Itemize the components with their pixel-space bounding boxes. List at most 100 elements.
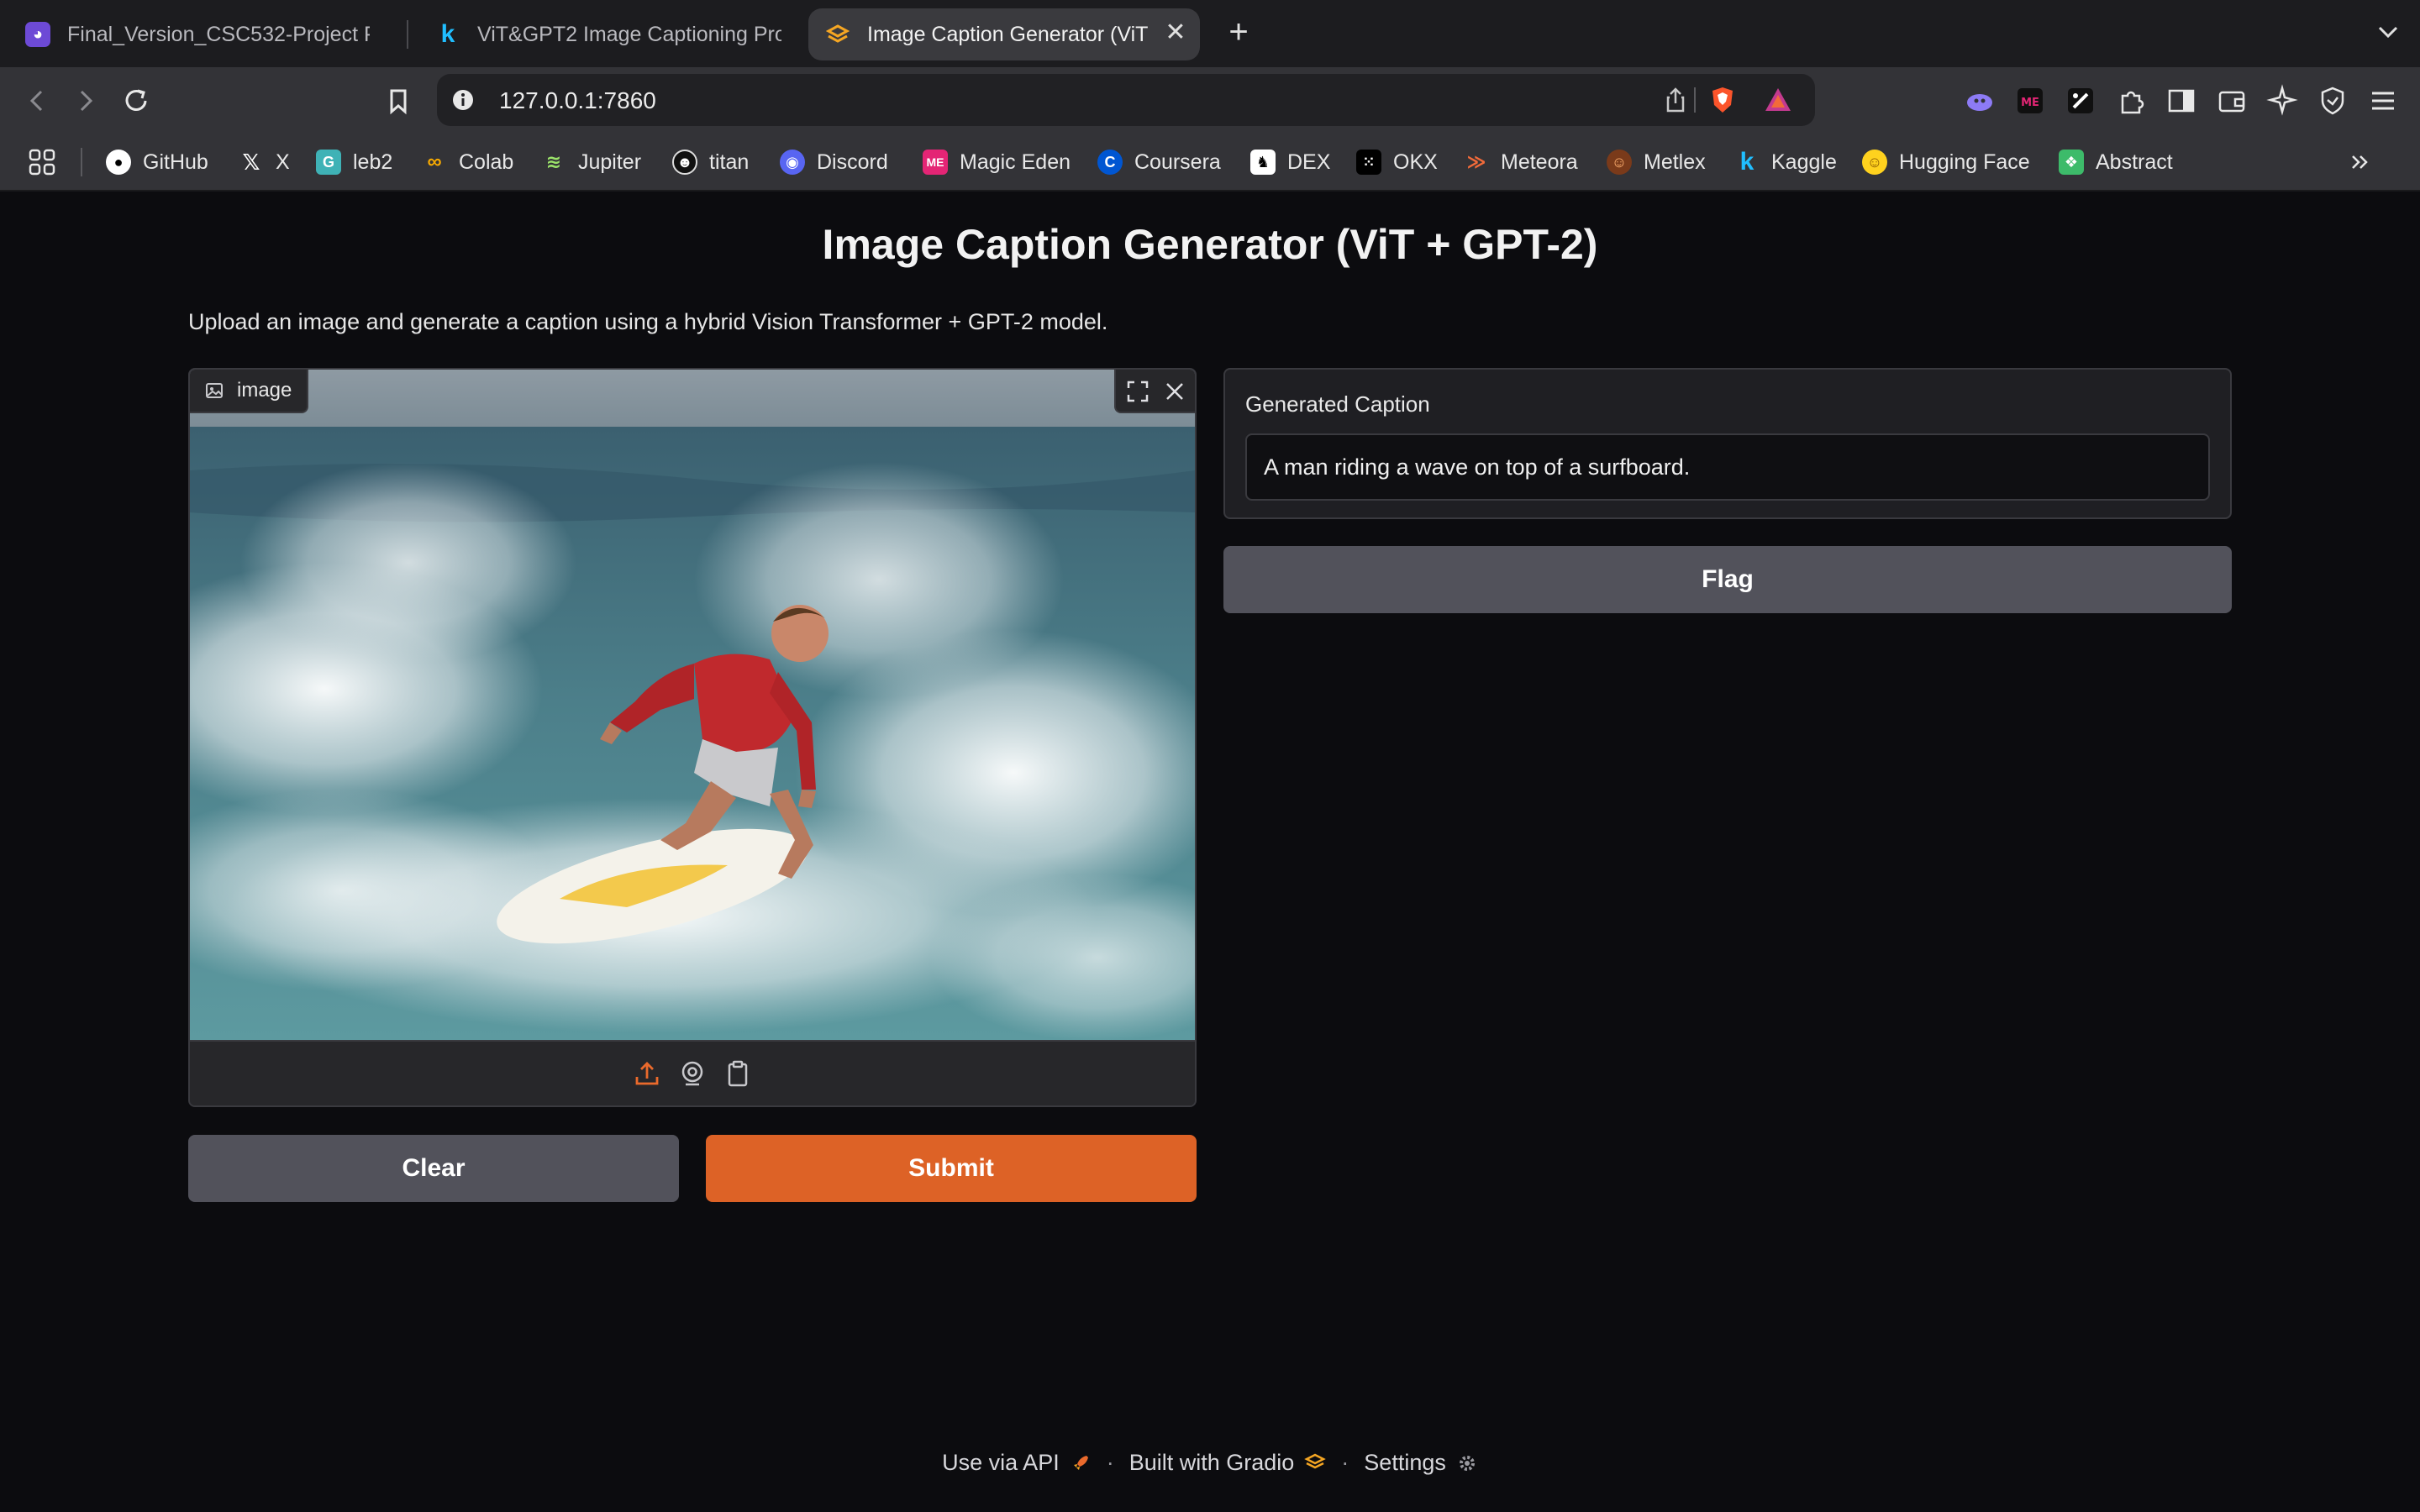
tab-project-notebook[interactable]: ◕ Final_Version_CSC532-Project P (8, 8, 387, 60)
bookmark-hugging-face[interactable]: ☺ Hugging Face (1862, 145, 2030, 179)
forward-icon[interactable] (69, 84, 103, 118)
bookmark-metlex[interactable]: ☺ Metlex (1607, 145, 1706, 179)
tab-image-caption-generator[interactable]: Image Caption Generator (ViT (808, 8, 1200, 60)
output-label: Generated Caption (1245, 391, 1430, 417)
new-tab-icon[interactable]: + (1220, 13, 1257, 50)
apps-grid-icon[interactable] (27, 147, 57, 177)
flag-button[interactable]: Flag (1223, 546, 2232, 613)
clear-button[interactable]: Clear (188, 1135, 679, 1202)
bookmark-coursera[interactable]: C Coursera (1097, 145, 1221, 179)
x-icon: 𝕏 (242, 149, 260, 175)
address-bar[interactable]: 127.0.0.1:7860 (437, 74, 1815, 126)
image-label-text: image (237, 379, 292, 402)
purple-app-icon: ◕ (25, 22, 50, 47)
titan-icon: ☻ (672, 150, 697, 175)
bookmark-label: Discord (817, 150, 888, 174)
leo-sparkle-icon[interactable] (2265, 84, 2299, 118)
close-tab-icon[interactable]: ✕ (1161, 18, 1190, 47)
gradio-icon (825, 22, 850, 47)
built-with-gradio-link[interactable]: Built with Gradio (1129, 1450, 1327, 1476)
brave-rewards-icon[interactable] (1763, 85, 1793, 115)
jupiter-icon: ≋ (545, 151, 562, 172)
generated-caption-field[interactable]: A man riding a wave on top of a surfboar… (1245, 433, 2210, 501)
image-icon (206, 383, 223, 398)
menu-icon[interactable] (2366, 84, 2400, 118)
webcam-icon[interactable] (677, 1058, 708, 1089)
share-icon[interactable] (1660, 85, 1691, 115)
uploaded-image[interactable] (190, 370, 1195, 1040)
dex-icon: ♞ (1250, 150, 1276, 175)
bookmark-label: titan (709, 150, 750, 174)
tab-separator (407, 20, 408, 49)
bookmark-label: Metlex (1644, 150, 1706, 174)
fullscreen-icon[interactable] (1124, 378, 1151, 405)
info-icon[interactable] (450, 87, 476, 113)
bookmarks-bar: ● GitHub 𝕏 X G leb2 ∞ Colab ≋ Jupiter ☻ … (0, 133, 2420, 192)
bookmark-label: Kaggle (1771, 150, 1837, 174)
sidebar-icon[interactable] (2165, 84, 2198, 118)
reload-icon[interactable] (119, 84, 153, 118)
submit-button[interactable]: Submit (706, 1135, 1197, 1202)
chevron-double-right-icon[interactable] (2344, 146, 2376, 178)
settings-link[interactable]: Settings (1364, 1450, 1478, 1476)
clipboard-icon[interactable] (723, 1058, 753, 1089)
leo-ai-icon[interactable] (1963, 84, 1996, 118)
abstract-icon: ❖ (2059, 150, 2084, 175)
back-icon[interactable] (20, 84, 54, 118)
extensions-icon[interactable] (2114, 84, 2148, 118)
bookmark-label: Jupiter (578, 150, 642, 174)
surfer-photo (190, 370, 1195, 1040)
close-icon[interactable] (1161, 378, 1188, 405)
image-controls (1114, 370, 1195, 413)
bookmark-abstract[interactable]: ❖ Abstract (2059, 145, 2173, 179)
bookmark-kaggle[interactable]: k Kaggle (1734, 145, 1837, 179)
magic-eden-extension-icon[interactable]: ME (2013, 84, 2047, 118)
wallet-icon[interactable] (2215, 84, 2249, 118)
rocket-icon (1073, 1455, 1088, 1470)
footer-built-label: Built with Gradio (1128, 1450, 1295, 1475)
bookmark-label: X (276, 150, 290, 174)
colab-icon: ∞ (427, 150, 442, 173)
meteora-icon: ≫ (1466, 151, 1486, 172)
bookmark-okx[interactable]: ⁙ OKX (1356, 145, 1438, 179)
url-text[interactable]: 127.0.0.1:7860 (499, 87, 656, 114)
separator-dot: · (1341, 1450, 1349, 1475)
footer: Use via API · Built with Gradio · Settin… (0, 1450, 2420, 1476)
bookmark-label: Meteora (1501, 150, 1578, 174)
use-via-api-link[interactable]: Use via API (942, 1450, 1092, 1476)
bookmark-meteora[interactable]: ≫ Meteora (1464, 145, 1578, 179)
hugging-face-icon: ☺ (1862, 150, 1887, 175)
divider (1694, 87, 1696, 113)
bookmark-label: Abstract (2096, 150, 2173, 174)
okx-icon: ⁙ (1356, 150, 1381, 175)
bookmark-colab[interactable]: ∞ Colab (422, 145, 513, 179)
page-title: Image Caption Generator (ViT + GPT-2) (822, 221, 1598, 268)
bookmark-label: Coursera (1134, 150, 1221, 174)
kaggle-icon: k (1739, 148, 1754, 176)
bookmark-github[interactable]: ● GitHub (106, 145, 208, 179)
tab-kaggle-project[interactable]: k ViT&GPT2 Image Captioning Proje (418, 8, 798, 60)
bookmark-label: Hugging Face (1899, 150, 2030, 174)
bookmark-leb2[interactable]: G leb2 (316, 145, 392, 179)
brave-shields-icon[interactable] (1707, 85, 1738, 115)
tab-strip: ◕ Final_Version_CSC532-Project P k ViT&G… (0, 0, 2420, 67)
bookmark-titan[interactable]: ☻ titan (672, 145, 749, 179)
image-input-label: image (190, 370, 309, 413)
metlex-icon: ☺ (1607, 150, 1632, 175)
github-icon: ● (106, 150, 131, 175)
chevron-down-icon[interactable] (2371, 15, 2405, 49)
gradio-logo-icon (1304, 1453, 1327, 1468)
bookmark-jupiter[interactable]: ≋ Jupiter (541, 145, 641, 179)
bookmark-x[interactable]: 𝕏 X (239, 145, 290, 179)
extension-tool-icon[interactable] (2064, 84, 2097, 118)
bookmark-discord[interactable]: ◉ Discord (780, 145, 888, 179)
bookmark-dex[interactable]: ♞ DEX (1250, 145, 1330, 179)
upload-icon[interactable] (632, 1058, 662, 1089)
vpn-shield-icon[interactable] (2316, 84, 2349, 118)
bookmark-icon[interactable] (381, 84, 415, 118)
separator-dot: · (1106, 1450, 1114, 1475)
kaggle-icon: k (440, 20, 455, 48)
bookmark-label: DEX (1287, 150, 1331, 174)
bookmark-magic-eden[interactable]: ME Magic Eden (923, 145, 1071, 179)
footer-settings-label: Settings (1364, 1450, 1446, 1475)
